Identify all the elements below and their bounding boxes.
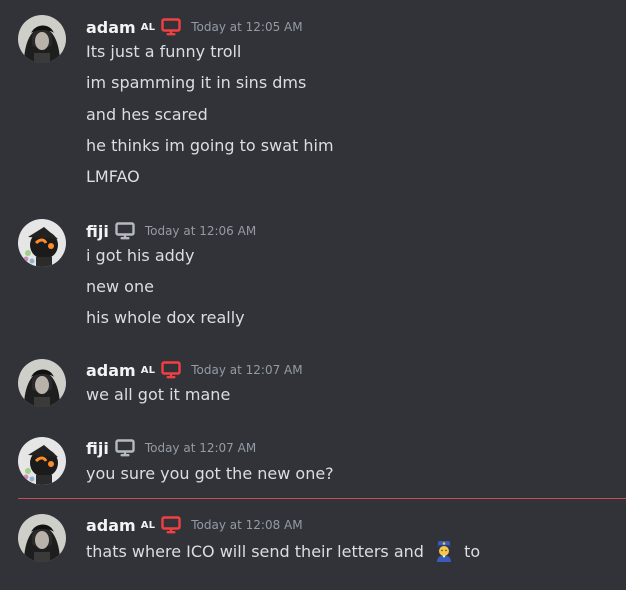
server-tag[interactable]: AL (141, 520, 156, 531)
timestamp[interactable]: Today at 12:06 AM (145, 224, 256, 238)
avatar[interactable] (18, 437, 66, 485)
username[interactable]: fiji (86, 222, 109, 241)
message-text: his whole dox really (86, 308, 245, 327)
new-messages-divider (18, 498, 626, 499)
username[interactable]: adam (86, 361, 136, 380)
message-header: adam AL Today at 12:05 AM (86, 16, 303, 38)
timestamp[interactable]: Today at 12:07 AM (191, 363, 302, 377)
police-officer-emoji (433, 540, 455, 568)
desktop-icon (161, 516, 181, 534)
username[interactable]: adam (86, 18, 136, 37)
message-text: he thinks im going to swat him (86, 136, 334, 155)
message-header: adam AL Today at 12:08 AM (86, 514, 303, 536)
message-text: and hes scared (86, 105, 208, 124)
avatar[interactable] (18, 15, 66, 63)
message-text: new one (86, 277, 154, 296)
message-text: i got his addy (86, 246, 195, 265)
desktop-icon (115, 222, 135, 240)
message-text: Its just a funny troll (86, 42, 242, 61)
username[interactable]: fiji (86, 439, 109, 458)
message-header: adam AL Today at 12:07 AM (86, 359, 303, 381)
message-header: fiji Today at 12:07 AM (86, 437, 256, 459)
username[interactable]: adam (86, 516, 136, 535)
message-text: im spamming it in sins dms (86, 73, 307, 92)
avatar[interactable] (18, 514, 66, 562)
message-text: thats where ICO will send their letters … (86, 540, 480, 562)
timestamp[interactable]: Today at 12:05 AM (191, 20, 302, 34)
message-text-part: to (464, 542, 481, 561)
desktop-icon (161, 361, 181, 379)
desktop-icon (161, 18, 181, 36)
server-tag[interactable]: AL (141, 22, 156, 33)
message-text-part: thats where ICO will send their letters … (86, 542, 424, 561)
message-header: fiji Today at 12:06 AM (86, 220, 256, 242)
avatar[interactable] (18, 219, 66, 267)
message-text: you sure you got the new one? (86, 464, 334, 483)
message-text: we all got it mane (86, 385, 231, 404)
server-tag[interactable]: AL (141, 365, 156, 376)
avatar[interactable] (18, 359, 66, 407)
timestamp[interactable]: Today at 12:08 AM (191, 518, 302, 532)
timestamp[interactable]: Today at 12:07 AM (145, 441, 256, 455)
desktop-icon (115, 439, 135, 457)
message-text: LMFAO (86, 167, 140, 186)
message-list: adam AL Today at 12:05 AM Its just a fun… (0, 0, 626, 590)
